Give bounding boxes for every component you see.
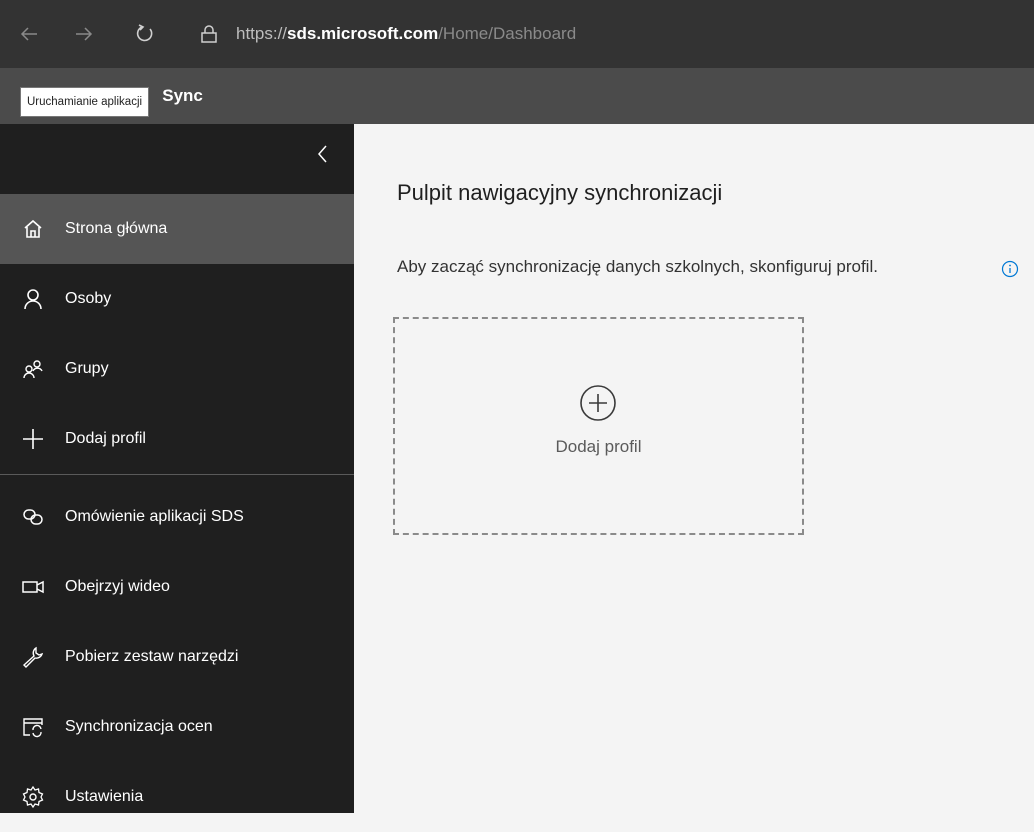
url-scheme: https://	[236, 24, 288, 43]
url-host: sds.microsoft.com	[287, 24, 439, 43]
sidebar-item-download-toolkit[interactable]: Pobierz zestaw narzędzi	[0, 622, 354, 692]
sidebar-item-label: Synchronizacja ocen	[65, 718, 213, 735]
sidebar-item-label: Ustawienia	[65, 788, 144, 805]
page-title: Pulpit nawigacyjny synchronizacji	[397, 180, 723, 205]
browser-toolbar: https://sds.microsoft.com/Home/Dashboard	[0, 0, 1034, 68]
sync-grades-icon	[20, 714, 46, 740]
launcher-tooltip: Uruchamianie aplikacji	[20, 87, 150, 117]
add-profile-label: Dodaj profil	[555, 437, 642, 456]
sidebar-item-settings[interactable]: Ustawienia	[0, 762, 354, 832]
chevron-left-icon	[318, 145, 327, 163]
sidebar-item-label: Obejrzyj wideo	[65, 578, 170, 595]
sidebar-item-label: Omówienie aplikacji SDS	[65, 508, 244, 525]
sidebar-item-label: Dodaj profil	[65, 430, 146, 447]
people-icon	[20, 356, 46, 382]
video-icon	[20, 574, 46, 600]
link-icon	[20, 504, 46, 530]
lock-icon	[198, 0, 220, 68]
person-icon	[20, 286, 46, 312]
back-arrow-icon[interactable]	[18, 0, 40, 68]
info-icon[interactable]	[1001, 260, 1019, 278]
main-content: Pulpit nawigacyjny synchronizacji Aby za…	[354, 124, 1034, 813]
sidebar-item-label: Osoby	[65, 290, 112, 307]
app-header: School Data Sync	[0, 68, 1034, 124]
collapse-sidebar-button[interactable]	[314, 142, 332, 166]
gear-icon	[20, 784, 46, 810]
sidebar-item-label: Grupy	[65, 360, 109, 377]
home-icon	[20, 216, 46, 242]
sidebar-item-watch-video[interactable]: Obejrzyj wideo	[0, 552, 354, 622]
add-profile-card[interactable]: Dodaj profil	[393, 317, 804, 535]
forward-arrow-icon[interactable]	[73, 0, 95, 68]
add-circle-icon	[578, 383, 618, 423]
sidebar-item-add-profile[interactable]: Dodaj profil	[0, 404, 354, 474]
sidebar-item-label: Pobierz zestaw narzędzi	[65, 648, 239, 665]
sidebar-item-home[interactable]: Strona główna	[0, 194, 354, 264]
refresh-icon[interactable]	[132, 0, 158, 68]
sidebar: Strona główna Osoby Grupy Dodaj profil O…	[0, 124, 354, 813]
sidebar-item-people[interactable]: Osoby	[0, 264, 354, 334]
plus-icon	[20, 426, 46, 452]
url-path: /Home/Dashboard	[438, 24, 577, 43]
sidebar-item-label: Strona główna	[65, 220, 168, 237]
sidebar-divider	[0, 474, 354, 475]
address-bar[interactable]: https://sds.microsoft.com/Home/Dashboard	[236, 24, 576, 44]
wrench-icon	[20, 644, 46, 670]
sidebar-item-groups[interactable]: Grupy	[0, 334, 354, 404]
sidebar-item-sds-overview[interactable]: Omówienie aplikacji SDS	[0, 482, 354, 552]
sidebar-item-grade-sync[interactable]: Synchronizacja ocen	[0, 692, 354, 762]
intro-text: Aby zacząć synchronizację danych szkolny…	[397, 257, 878, 276]
